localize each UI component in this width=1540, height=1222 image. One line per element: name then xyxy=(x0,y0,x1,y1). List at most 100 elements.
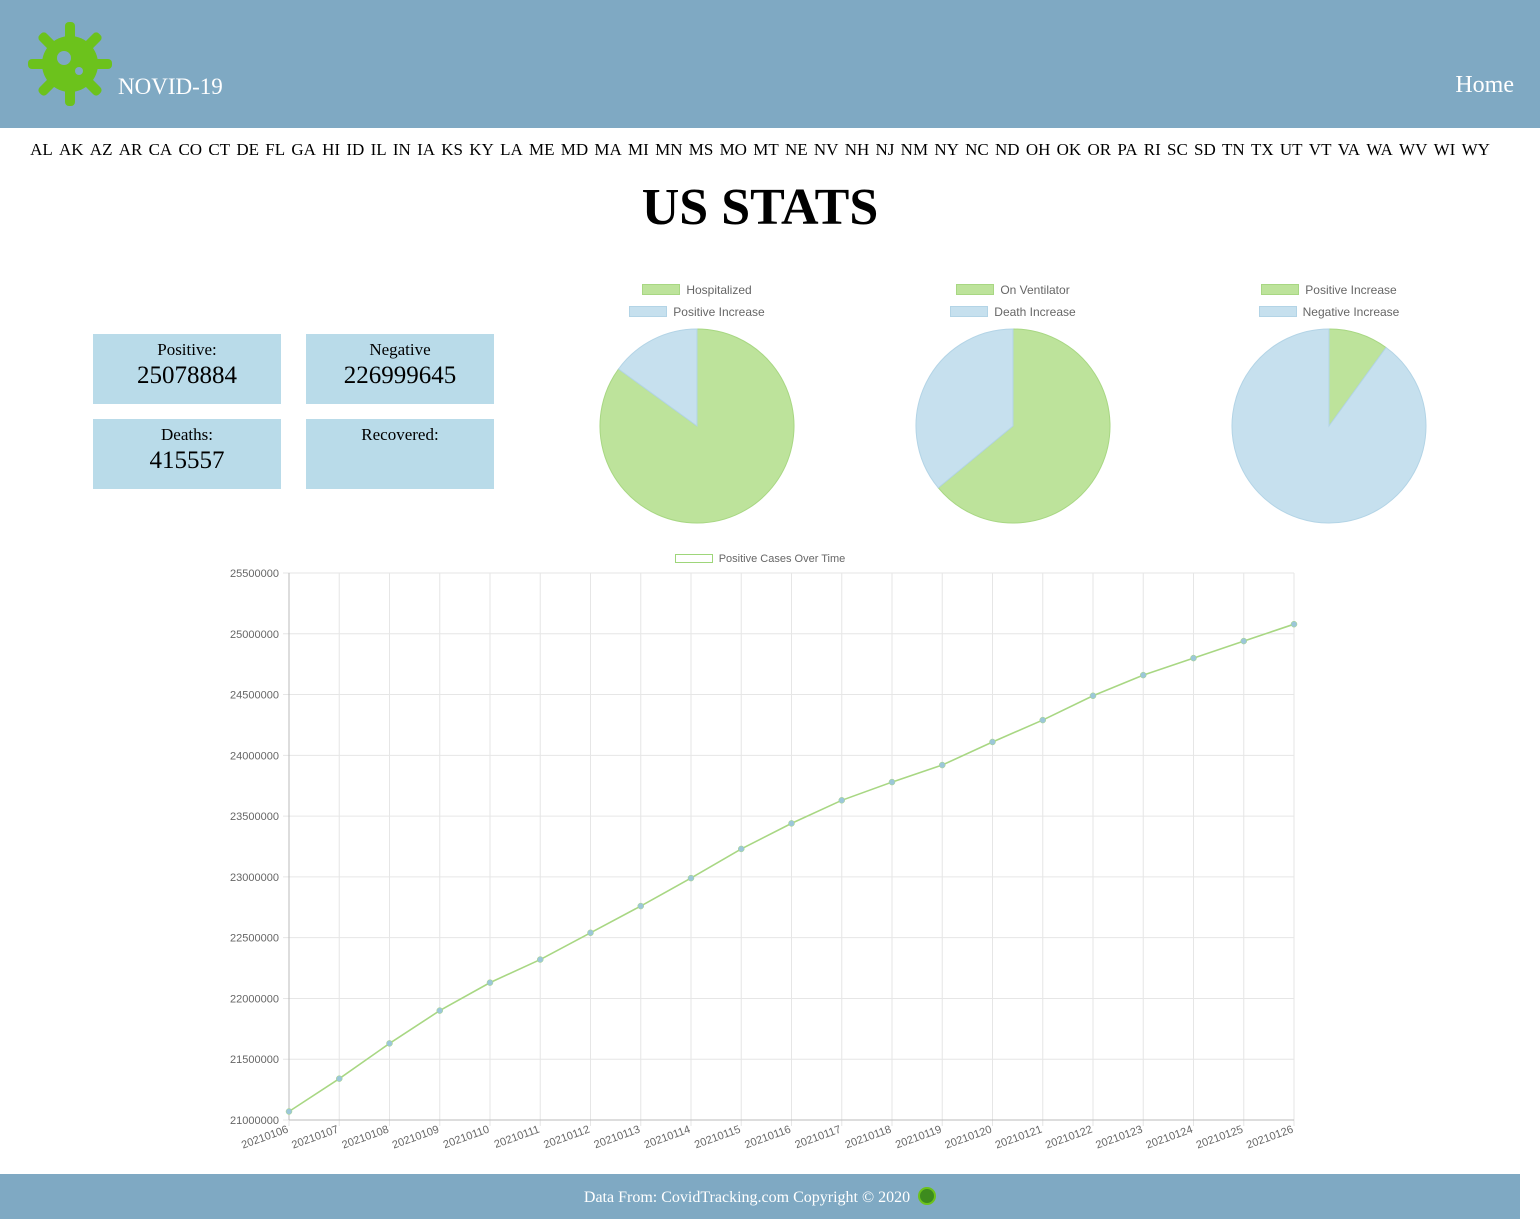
state-link-ct[interactable]: CT xyxy=(208,140,230,159)
state-link-nc[interactable]: NC xyxy=(965,140,989,159)
state-link-ks[interactable]: KS xyxy=(441,140,463,159)
state-link-md[interactable]: MD xyxy=(561,140,588,159)
state-link-oh[interactable]: OH xyxy=(1026,140,1051,159)
recovered-label: Recovered: xyxy=(361,425,439,444)
state-link-ak[interactable]: AK xyxy=(59,140,84,159)
state-link-mi[interactable]: MI xyxy=(628,140,649,159)
state-link-ne[interactable]: NE xyxy=(785,140,808,159)
data-point[interactable] xyxy=(788,820,795,827)
state-link-nj[interactable]: NJ xyxy=(876,140,895,159)
x-tick-label: 20210112 xyxy=(542,1124,591,1152)
state-link-in[interactable]: IN xyxy=(393,140,411,159)
data-point[interactable] xyxy=(939,761,946,769)
hospitalized-pie-chart: Hospitalized Positive Increase xyxy=(547,280,847,540)
data-point[interactable] xyxy=(285,1108,293,1115)
state-link-or[interactable]: OR xyxy=(1087,140,1111,159)
state-link-ri[interactable]: RI xyxy=(1144,140,1161,159)
state-link-va[interactable]: VA xyxy=(1338,140,1360,159)
state-link-az[interactable]: AZ xyxy=(90,140,113,159)
x-tick-label: 20210111 xyxy=(493,1124,542,1151)
state-link-vt[interactable]: VT xyxy=(1309,140,1332,159)
state-link-mn[interactable]: MN xyxy=(655,140,682,159)
pie-slice-negative-increase[interactable] xyxy=(1231,328,1427,524)
positive-stat-card: Positive: 25078884 xyxy=(93,334,281,404)
state-link-fl[interactable]: FL xyxy=(265,140,285,159)
x-tick-label: 20210114 xyxy=(643,1124,692,1152)
state-link-nm[interactable]: NM xyxy=(901,140,928,159)
data-point[interactable] xyxy=(386,1040,393,1047)
state-link-hi[interactable]: HI xyxy=(322,140,340,159)
data-point[interactable] xyxy=(687,874,695,882)
state-link-wa[interactable]: WA xyxy=(1366,140,1392,159)
data-point[interactable] xyxy=(587,929,594,937)
state-link-tn[interactable]: TN xyxy=(1222,140,1245,159)
x-tick-label: 20210115 xyxy=(693,1124,742,1152)
state-link-tx[interactable]: TX xyxy=(1251,140,1274,159)
state-link-ga[interactable]: GA xyxy=(291,140,316,159)
data-point[interactable] xyxy=(1039,716,1046,724)
state-link-sd[interactable]: SD xyxy=(1194,140,1216,159)
state-link-ms[interactable]: MS xyxy=(689,140,714,159)
state-link-id[interactable]: ID xyxy=(346,140,364,159)
increase-pie-chart: Positive Increase Negative Increase xyxy=(1179,280,1479,540)
state-link-me[interactable]: ME xyxy=(529,140,555,159)
state-link-ok[interactable]: OK xyxy=(1057,140,1082,159)
x-tick-label: 20210109 xyxy=(391,1124,441,1152)
state-link-pa[interactable]: PA xyxy=(1117,140,1137,159)
state-link-ky[interactable]: KY xyxy=(469,140,494,159)
y-tick-label: 22000000 xyxy=(230,993,279,1005)
state-link-ar[interactable]: AR xyxy=(119,140,143,159)
y-tick-label: 22500000 xyxy=(230,933,279,945)
state-link-ut[interactable]: UT xyxy=(1280,140,1303,159)
state-link-ma[interactable]: MA xyxy=(594,140,621,159)
data-point[interactable] xyxy=(336,1075,343,1082)
virus-gear-icon[interactable] xyxy=(24,18,116,110)
data-point[interactable] xyxy=(1190,654,1197,662)
state-link-mo[interactable]: MO xyxy=(720,140,747,159)
negative-stat-card: Negative 226999645 xyxy=(306,334,494,404)
x-tick-label: 20210118 xyxy=(844,1124,893,1152)
state-link-ca[interactable]: CA xyxy=(149,140,173,159)
x-tick-label: 20210119 xyxy=(894,1124,943,1152)
brand-name[interactable]: NOVID-19 xyxy=(118,74,223,100)
virus-icon xyxy=(918,1187,937,1205)
state-link-de[interactable]: DE xyxy=(236,140,259,159)
negative-value: 226999645 xyxy=(343,362,457,389)
site-header: NOVID-19 Home xyxy=(0,0,1540,128)
data-point[interactable] xyxy=(888,778,896,786)
state-link-ia[interactable]: IA xyxy=(417,140,435,159)
state-link-wi[interactable]: WI xyxy=(1434,140,1456,159)
state-link-wy[interactable]: WY xyxy=(1462,140,1490,159)
x-tick-label: 20210108 xyxy=(340,1124,390,1152)
deaths-stat-card: Deaths: 415557 xyxy=(93,419,281,489)
state-link-nh[interactable]: NH xyxy=(845,140,870,159)
data-point[interactable] xyxy=(637,902,644,910)
data-point[interactable] xyxy=(738,845,745,853)
state-link-mt[interactable]: MT xyxy=(753,140,779,159)
data-point[interactable] xyxy=(1089,692,1097,700)
data-point[interactable] xyxy=(486,979,494,986)
x-tick-label: 20210126 xyxy=(1245,1124,1295,1152)
x-tick-label: 20210125 xyxy=(1195,1124,1245,1152)
data-point[interactable] xyxy=(1240,637,1247,645)
y-tick-label: 24500000 xyxy=(230,690,279,702)
data-point[interactable] xyxy=(537,956,544,963)
state-link-nv[interactable]: NV xyxy=(814,140,839,159)
home-link[interactable]: Home xyxy=(1455,72,1514,99)
state-link-al[interactable]: AL xyxy=(30,140,53,159)
data-point[interactable] xyxy=(989,738,996,746)
state-nav: AL AK AZ AR CA CO CT DE FL GA HI ID IL I… xyxy=(0,140,1520,160)
state-link-ny[interactable]: NY xyxy=(934,140,959,159)
state-link-nd[interactable]: ND xyxy=(995,140,1020,159)
data-point[interactable] xyxy=(838,797,845,804)
y-tick-label: 25500000 xyxy=(230,568,279,580)
state-link-il[interactable]: IL xyxy=(371,140,387,159)
data-point[interactable] xyxy=(1140,671,1147,679)
data-point[interactable] xyxy=(436,1007,443,1014)
state-link-wv[interactable]: WV xyxy=(1399,140,1427,159)
state-link-la[interactable]: LA xyxy=(500,140,523,159)
state-link-co[interactable]: CO xyxy=(178,140,202,159)
state-link-sc[interactable]: SC xyxy=(1167,140,1188,159)
data-point[interactable] xyxy=(1290,620,1298,628)
site-footer: Data From: CovidTracking.com Copyright ©… xyxy=(0,1174,1520,1219)
